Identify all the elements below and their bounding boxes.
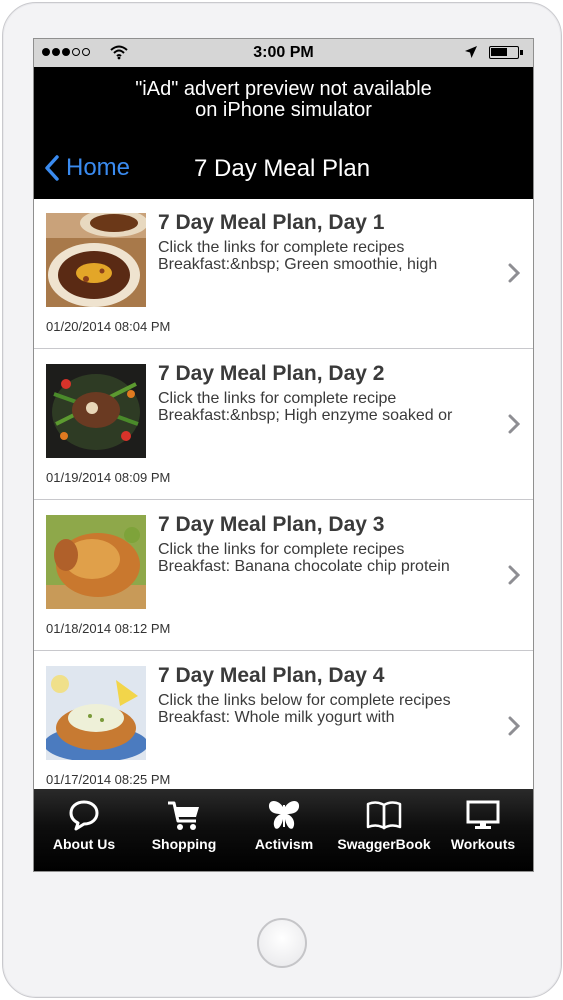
item-summary-line1: Click the links for complete recipes (158, 541, 405, 558)
list-item[interactable]: 7 Day Meal Plan, Day 3 Click the links f… (34, 501, 533, 651)
item-date: 01/18/2014 08:12 PM (46, 621, 171, 636)
tab-bar: About Us Shopping Activism SwaggerBook W… (34, 789, 533, 871)
item-summary-line2: Breakfast:&nbsp; High enzyme soaked or (158, 407, 453, 424)
item-summary-line2: Breakfast: Banana chocolate chip protein (158, 558, 450, 575)
disclosure-chevron-icon (508, 565, 520, 585)
disclosure-chevron-icon (508, 716, 520, 736)
home-back-button[interactable]: Home (44, 154, 130, 182)
battery-icon (489, 46, 523, 59)
tab-about-us[interactable]: About Us (34, 789, 134, 871)
chili-bowl-photo (46, 213, 146, 307)
ad-text-line1: "iAd" advert preview not available (135, 78, 432, 100)
item-summary: Click the links for complete recipes Bre… (158, 541, 450, 575)
item-summary-line2: Breakfast:&nbsp; Green smoothie, high (158, 256, 438, 273)
item-summary: Click the links for complete recipes Bre… (158, 239, 437, 273)
ad-text-line2: on iPhone simulator (195, 99, 372, 121)
tab-label: About Us (52, 836, 116, 852)
steak-vegetables-photo (46, 364, 146, 458)
roast-chicken-photo (46, 515, 146, 609)
item-summary: Click the links for complete recipe Brea… (158, 390, 452, 424)
page-title: 7 Day Meal Plan (194, 155, 371, 182)
tab-label: Workouts (450, 836, 516, 852)
item-date: 01/20/2014 08:04 PM (46, 319, 171, 334)
butterfly-icon (268, 801, 300, 829)
tab-label: Shopping (151, 836, 217, 852)
home-button[interactable] (257, 918, 307, 968)
disclosure-chevron-icon (508, 414, 520, 434)
monitor-icon (466, 800, 500, 829)
list-item[interactable]: 7 Day Meal Plan, Day 4 Click the links b… (34, 652, 533, 802)
location-arrow-icon (465, 46, 477, 58)
item-date: 01/19/2014 08:09 PM (46, 470, 171, 485)
tab-swaggerbook[interactable]: SwaggerBook (334, 789, 434, 871)
iad-banner[interactable]: "iAd" advert preview not available on iP… (34, 67, 533, 129)
item-date: 01/17/2014 08:25 PM (46, 772, 171, 787)
item-title: 7 Day Meal Plan, Day 4 (158, 664, 385, 687)
list-item[interactable]: 7 Day Meal Plan, Day 2 Click the links f… (34, 350, 533, 500)
item-title: 7 Day Meal Plan, Day 2 (158, 362, 385, 385)
back-label: Home (66, 154, 131, 181)
tab-shopping[interactable]: Shopping (134, 789, 234, 871)
list-item[interactable]: 7 Day Meal Plan, Day 1 Click the links f… (34, 199, 533, 349)
fish-cutlet-photo (46, 666, 146, 760)
item-title: 7 Day Meal Plan, Day 1 (158, 211, 385, 234)
speech-bubble-icon (69, 800, 99, 831)
item-summary-line1: Click the links for complete recipes (158, 239, 405, 256)
tab-workouts[interactable]: Workouts (433, 789, 533, 871)
item-summary-line2: Breakfast: Whole milk yogurt with (158, 709, 395, 726)
back-chevron-icon (45, 155, 59, 181)
disclosure-chevron-icon (508, 263, 520, 283)
open-book-icon (366, 801, 402, 830)
tab-label: Activism (254, 836, 314, 852)
status-time: 3:00 PM (253, 44, 314, 61)
item-summary-line1: Click the links for complete recipe (158, 390, 397, 407)
tab-label: SwaggerBook (337, 836, 431, 852)
tab-activism[interactable]: Activism (234, 789, 334, 871)
item-title: 7 Day Meal Plan, Day 3 (158, 513, 385, 536)
item-summary-line1: Click the links below for complete recip… (158, 692, 451, 709)
item-summary: Click the links below for complete recip… (158, 692, 451, 726)
app-screen: 3:00 PM "iAd" advert preview not availab… (33, 38, 534, 872)
status-bar: 3:00 PM (34, 39, 533, 67)
meal-plan-list: 7 Day Meal Plan, Day 1 Click the links f… (34, 199, 533, 802)
shopping-cart-icon (168, 801, 199, 830)
navigation-bar: Home 7 Day Meal Plan (34, 129, 533, 199)
